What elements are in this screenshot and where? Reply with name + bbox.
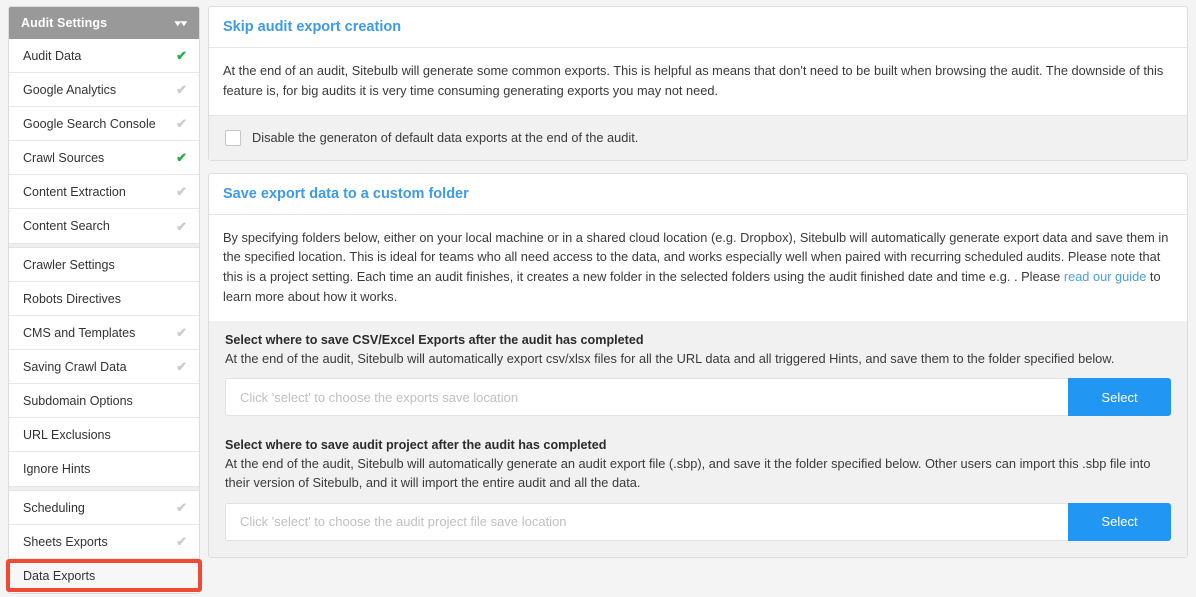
sidebar-item-label: Saving Crawl Data [23,359,127,374]
audit-project-location-group: Select [225,502,1171,541]
sidebar-item-label: Audit Data [23,48,82,63]
csv-export-location-label: Select where to save CSV/Excel Exports a… [225,332,644,347]
sidebar-item-label: Ignore Hints [23,462,91,476]
sidebar-item-google-analytics[interactable]: Google Analytics ✔ [9,73,199,107]
sidebar-item-data-exports[interactable]: Data Exports [9,559,199,593]
sidebar-item-label: CMS and Templates [23,325,136,340]
check-icon: ✔ [176,534,187,549]
check-icon: ✔ [176,325,187,340]
sidebar-item-google-search-console[interactable]: Google Search Console ✔ [9,107,199,141]
sidebar-item-scheduling[interactable]: Scheduling ✔ [9,491,199,525]
sidebar-item-audit-data[interactable]: Audit Data ✔ [9,39,199,73]
sidebar-item-label: Content Search [23,219,110,233]
disable-default-exports-label: Disable the generaton of default data ex… [252,130,639,146]
check-icon: ✔ [176,82,187,97]
check-icon: ✔ [176,48,187,63]
sidebar-item-label: Subdomain Options [23,393,133,408]
check-icon: ✔ [176,150,187,165]
sidebar-item-label: Crawl Sources [23,150,105,165]
disable-exports-row: Disable the generaton of default data ex… [209,115,1187,160]
panel-description-part1: By specifying folders below, either on y… [223,229,1169,285]
sidebar-item-ignore-hints[interactable]: Ignore Hints [9,452,199,486]
sidebar-item-label: Scheduling [23,500,85,515]
sidebar-item-label: URL Exclusions [23,427,111,442]
sidebar-item-label: Sheets Exports [23,534,108,549]
sidebar-item-label: Data Exports [23,569,96,583]
skip-audit-export-panel: Skip audit export creation At the end of… [208,6,1188,161]
sidebar-item-label: Robots Directives [23,291,121,306]
sidebar-item-saving-crawl-data[interactable]: Saving Crawl Data ✔ [9,350,199,384]
check-icon: ✔ [176,359,187,374]
csv-export-location-group: Select [225,378,1171,417]
audit-project-location-label: Select where to save audit project after… [225,438,607,453]
check-icon: ✔ [176,184,187,199]
audit-settings-sidebar: Audit Settings ▾▾ Audit Data ✔ Google An… [8,6,200,594]
double-chevron-down-icon[interactable]: ▾▾ [175,19,187,28]
panel-description: At the end of an audit, Sitebulb will ge… [209,48,1187,116]
check-icon: ✔ [176,116,187,131]
sidebar-item-cms-and-templates[interactable]: CMS and Templates ✔ [9,316,199,350]
sidebar-item-label: Google Search Console [23,116,156,131]
sidebar-item-subdomain-options[interactable]: Subdomain Options [9,384,199,418]
sidebar-item-label: Crawler Settings [23,257,115,272]
disable-default-exports-checkbox[interactable] [225,129,241,146]
csv-export-location-desc: At the end of the audit, Sitebulb will a… [225,350,1115,366]
check-icon: ✔ [176,500,187,515]
read-our-guide-link[interactable]: read our guide [1064,269,1147,284]
sidebar-item-label: Google Analytics [23,82,117,97]
export-locations-form: Select where to save CSV/Excel Exports a… [209,320,1187,557]
sidebar-item-crawl-sources[interactable]: Crawl Sources ✔ [9,141,199,175]
custom-folder-panel: Save export data to a custom folder By s… [208,172,1188,558]
panel-description: By specifying folders below, either on y… [209,215,1187,321]
sidebar-group-2: Crawler Settings Robots Directives CMS a… [9,248,199,486]
panel-title: Skip audit export creation [209,7,1187,48]
sidebar-group-1: Audit Data ✔ Google Analytics ✔ Google S… [9,39,199,243]
check-icon: ✔ [176,218,187,234]
sidebar-item-robots-directives[interactable]: Robots Directives [9,282,199,316]
sidebar-header-title: Audit Settings [21,16,108,30]
settings-page: Audit Settings ▾▾ Audit Data ✔ Google An… [0,0,1196,597]
audit-project-location-desc: At the end of the audit, Sitebulb will a… [225,456,1151,491]
sidebar-item-crawler-settings[interactable]: Crawler Settings [9,248,199,282]
audit-project-select-button[interactable]: Select [1068,502,1171,541]
sidebar-item-url-exclusions[interactable]: URL Exclusions [9,418,199,452]
sidebar-item-sheets-exports[interactable]: Sheets Exports ✔ [9,525,199,559]
panel-title: Save export data to a custom folder [209,174,1187,215]
audit-project-location-input[interactable] [225,502,1068,541]
sidebar-item-label: Content Extraction [23,184,126,199]
csv-export-location-input[interactable] [225,378,1068,417]
sidebar-group-3: Scheduling ✔ Sheets Exports ✔ Data Expor… [9,491,199,593]
csv-export-select-button[interactable]: Select [1068,378,1171,417]
main-content: Skip audit export creation At the end of… [200,0,1196,597]
sidebar-header[interactable]: Audit Settings ▾▾ [9,7,199,39]
sidebar-item-content-search[interactable]: Content Search ✔ [9,209,199,243]
sidebar-item-content-extraction[interactable]: Content Extraction ✔ [9,175,199,209]
